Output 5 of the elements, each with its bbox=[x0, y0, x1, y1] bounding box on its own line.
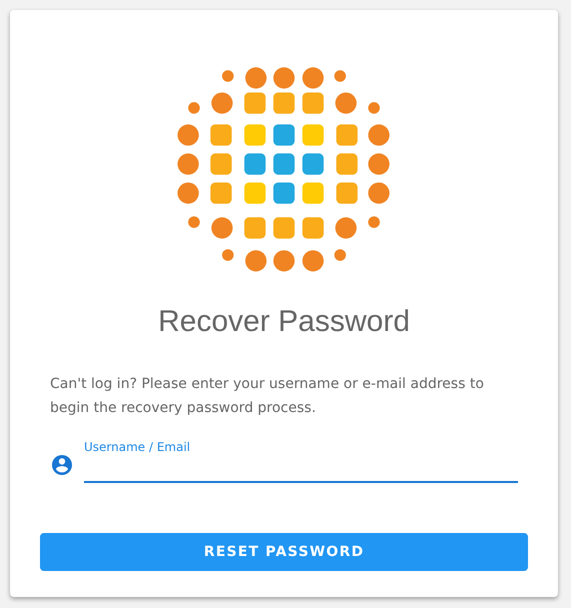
account-icon bbox=[50, 453, 74, 477]
instructions-text: Can't log in? Please enter your username or e-mail address to begin the recovery password process. bbox=[50, 375, 485, 418]
username-field[interactable]: Username / Email bbox=[84, 440, 518, 483]
page-title: Recover Password bbox=[158, 305, 410, 339]
reset-password-button[interactable]: RESET PASSWORD bbox=[40, 533, 528, 571]
